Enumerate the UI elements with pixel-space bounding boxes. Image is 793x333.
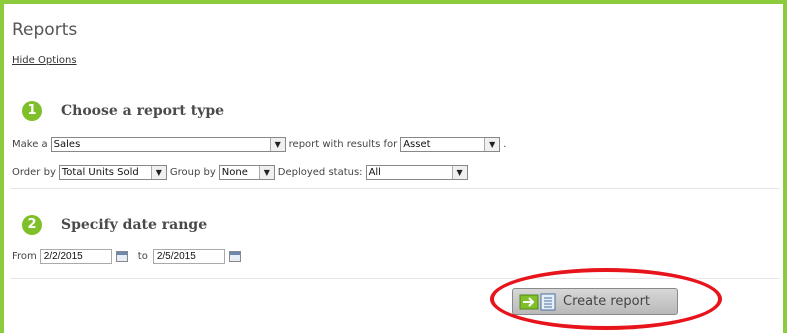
deployed-status-label: Deployed status: [277,167,363,178]
make-a-label: Make a [12,139,48,150]
chevron-down-icon: ▼ [258,166,274,179]
create-report-icon [519,293,561,311]
results-for-label: report with results for [288,139,398,150]
results-for-select[interactable]: Asset ▼ [400,137,501,152]
from-label: From [12,251,37,262]
order-by-select[interactable]: Total Units Sold ▼ [58,165,167,180]
group-by-select[interactable]: None ▼ [218,165,275,180]
order-group-row: Order by Total Units Sold ▼ Group by Non… [12,165,471,180]
hide-options-link[interactable]: Hide Options [12,55,77,66]
create-report-label: Create report [563,294,651,309]
deployed-status-select[interactable]: All ▼ [365,165,468,180]
section-divider [10,278,780,279]
step-1-badge: 1 [22,101,42,121]
to-label: to [137,251,148,262]
order-by-label: Order by [12,167,56,178]
period-text: . [503,139,507,150]
step-2-badge: 2 [22,215,42,235]
step-2-heading: Specify date range [61,217,208,233]
chevron-down-icon: ▼ [484,138,500,151]
calendar-icon[interactable] [228,251,241,262]
section-divider [10,188,780,189]
calendar-icon[interactable] [115,251,128,262]
to-date-input[interactable] [152,249,225,264]
create-report-button[interactable]: Create report [512,288,678,315]
report-type-row: Make a Sales ▼ report with results for A… [12,137,509,152]
date-range-row: From to [12,249,251,264]
chevron-down-icon: ▼ [150,166,166,179]
group-by-label: Group by [169,167,216,178]
page-title: Reports [12,20,78,40]
report-type-select[interactable]: Sales ▼ [50,137,286,152]
from-date-input[interactable] [39,249,112,264]
chevron-down-icon: ▼ [269,138,285,151]
step-1-heading: Choose a report type [61,103,225,119]
chevron-down-icon: ▼ [451,166,467,179]
